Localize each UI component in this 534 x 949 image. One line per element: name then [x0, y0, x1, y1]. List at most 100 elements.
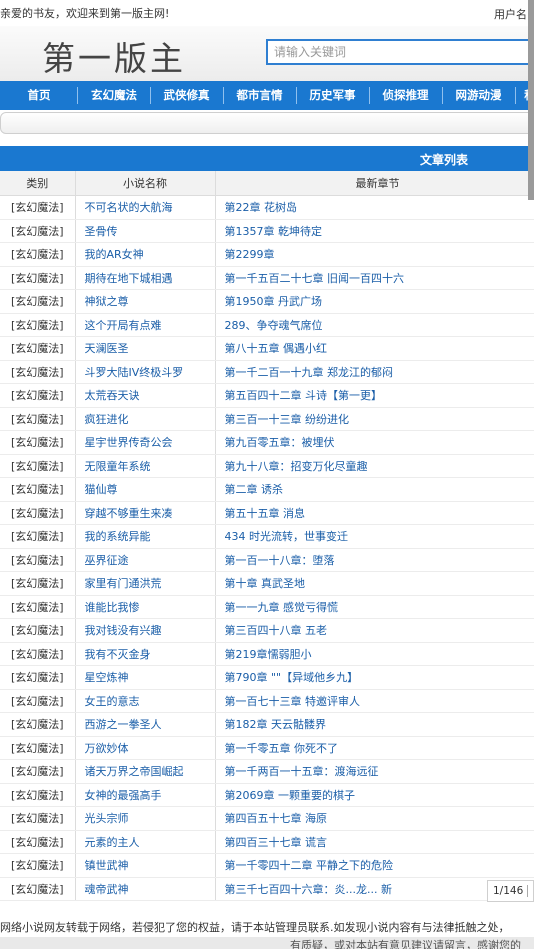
- novel-title-link[interactable]: 太荒吞天诀: [75, 383, 216, 408]
- table-row: [玄幻魔法] 诸天万界之帝国崛起 第一千两百一十五章：渡海远征: [0, 759, 534, 784]
- latest-chapter-link[interactable]: 第一千两百一十五章：渡海远征: [215, 759, 534, 784]
- latest-chapter-link[interactable]: 第一千五百二十七章 旧闻一百四十六: [215, 266, 534, 290]
- table-row: [玄幻魔法] 圣骨传 第1357章 乾坤待定: [0, 219, 534, 243]
- row-category: [玄幻魔法]: [0, 454, 76, 478]
- page-indicator: 1/146: [493, 885, 524, 897]
- nav-item-game[interactable]: 网游动漫: [442, 81, 515, 110]
- article-table: 类别 小说名称 最新章节 [玄幻魔法] 不可名状的大航海 第22章 花树岛 [玄幻魔法…: [0, 171, 534, 901]
- pagination[interactable]: 1/146: [487, 880, 534, 902]
- row-category: [玄幻魔法]: [0, 313, 76, 337]
- latest-chapter-link[interactable]: 第二章 诱杀: [215, 477, 534, 502]
- row-category: [玄幻魔法]: [0, 759, 76, 784]
- novel-title-link[interactable]: 女神的最强高手: [75, 783, 216, 807]
- search-input[interactable]: [268, 41, 534, 63]
- latest-chapter-link[interactable]: 第790章 ""【异域他乡九】: [215, 665, 534, 690]
- latest-chapter-link[interactable]: 第一千二百一十九章 郑龙江的郁闷: [215, 360, 534, 384]
- novel-title-link[interactable]: 星宇世界传奇公会: [75, 430, 216, 455]
- latest-chapter-link[interactable]: 第一一九章 感觉亏得慌: [215, 595, 534, 619]
- table-row: [玄幻魔法] 镇世武神 第一千零四十二章 平静之下的危险: [0, 853, 534, 878]
- table-row: [玄幻魔法] 光头宗师 第四百五十七章 海原: [0, 806, 534, 831]
- novel-title-link[interactable]: 我的系统异能: [75, 524, 216, 549]
- novel-title-link[interactable]: 穿越不够重生来凑: [75, 501, 216, 525]
- row-category: [玄幻魔法]: [0, 219, 76, 243]
- main-nav: 首页 玄幻魔法 武侠修真 都市言情 历史军事 侦探推理 网游动漫 科: [0, 81, 534, 110]
- novel-title-link[interactable]: 光头宗师: [75, 806, 216, 831]
- novel-title-link[interactable]: 神狱之尊: [75, 289, 216, 314]
- table-row: [玄幻魔法] 太荒吞天诀 第五百四十二章 斗诗【第一更】: [0, 383, 534, 408]
- latest-chapter-link[interactable]: 第一百七十三章 特邀评审人: [215, 689, 534, 713]
- latest-chapter-link[interactable]: 第九百零五章：被埋伏: [215, 430, 534, 455]
- latest-chapter-link[interactable]: 第2069章 一颗重要的棋子: [215, 783, 534, 807]
- table-row: [玄幻魔法] 天澜医圣 第八十五章 偶遇小红: [0, 336, 534, 361]
- novel-title-link[interactable]: 期待在地下城相遇: [75, 266, 216, 290]
- novel-title-link[interactable]: 魂帝武神: [75, 877, 216, 901]
- row-category: [玄幻魔法]: [0, 783, 76, 807]
- page-scrollbar[interactable]: [528, 0, 534, 200]
- novel-title-link[interactable]: 星空炼神: [75, 665, 216, 690]
- site-logo[interactable]: 第一版主: [42, 32, 186, 80]
- latest-chapter-link[interactable]: 第219章懦弱胆小: [215, 642, 534, 666]
- novel-title-link[interactable]: 猫仙尊: [75, 477, 216, 502]
- latest-chapter-link[interactable]: 第一千零四十二章 平静之下的危险: [215, 853, 534, 878]
- latest-chapter-link[interactable]: 第四百五十七章 海原: [215, 806, 534, 831]
- table-row: [玄幻魔法] 这个开局有点难 289、争夺魂气席位: [0, 313, 534, 337]
- novel-title-link[interactable]: 不可名状的大航海: [75, 195, 216, 220]
- row-category: [玄幻魔法]: [0, 642, 76, 666]
- novel-title-link[interactable]: 这个开局有点难: [75, 313, 216, 337]
- latest-chapter-link[interactable]: 第五十五章 消息: [215, 501, 534, 525]
- novel-title-link[interactable]: 巫界征途: [75, 548, 216, 572]
- novel-title-link[interactable]: 我对钱没有兴趣: [75, 618, 216, 643]
- nav-item-detective[interactable]: 侦探推理: [369, 81, 442, 110]
- username-label: 用户名:: [494, 8, 531, 21]
- latest-chapter-link[interactable]: 第三百四十八章 五老: [215, 618, 534, 643]
- novel-title-link[interactable]: 女王的意志: [75, 689, 216, 713]
- latest-chapter-link[interactable]: 289、争夺魂气席位: [215, 313, 534, 337]
- nav-item-urban[interactable]: 都市言情: [223, 81, 296, 110]
- nav-item-fantasy[interactable]: 玄幻魔法: [78, 81, 150, 110]
- search-box: [266, 39, 534, 65]
- novel-title-link[interactable]: 天澜医圣: [75, 336, 216, 361]
- novel-title-link[interactable]: 元素的主人: [75, 830, 216, 854]
- nav-item-home[interactable]: 首页: [0, 81, 78, 110]
- nav-item-history[interactable]: 历史军事: [296, 81, 369, 110]
- novel-title-link[interactable]: 谁能比我惨: [75, 595, 216, 619]
- table-row: [玄幻魔法] 星空炼神 第790章 ""【异域他乡九】: [0, 665, 534, 690]
- novel-title-link[interactable]: 诸天万界之帝国崛起: [75, 759, 216, 784]
- novel-title-link[interactable]: 家里有门通洪荒: [75, 571, 216, 596]
- latest-chapter-link[interactable]: 第一百一十八章：堕落: [215, 548, 534, 572]
- latest-chapter-link[interactable]: 第三百一十三章 纷纷进化: [215, 407, 534, 431]
- latest-chapter-link[interactable]: 第八十五章 偶遇小红: [215, 336, 534, 361]
- row-category: [玄幻魔法]: [0, 618, 76, 643]
- latest-chapter-link[interactable]: 第2299章: [215, 242, 534, 267]
- novel-title-link[interactable]: 我有不灭金身: [75, 642, 216, 666]
- latest-chapter-link[interactable]: 第一千零五章 你死不了: [215, 736, 534, 760]
- table-row: [玄幻魔法] 元素的主人 第四百三十七章 谎言: [0, 830, 534, 854]
- table-header-row: 类别 小说名称 最新章节: [0, 171, 534, 196]
- novel-title-link[interactable]: 西游之一拳圣人: [75, 712, 216, 737]
- table-row: [玄幻魔法] 西游之一拳圣人 第182章 天云骷髅界: [0, 712, 534, 737]
- latest-chapter-link[interactable]: 第1950章 丹武广场: [215, 289, 534, 314]
- latest-chapter-link[interactable]: 第十章 真武圣地: [215, 571, 534, 596]
- novel-title-link[interactable]: 镇世武神: [75, 853, 216, 878]
- novel-title-link[interactable]: 斗罗大陆IV终极斗罗: [75, 360, 216, 384]
- novel-title-link[interactable]: 圣骨传: [75, 219, 216, 243]
- row-category: [玄幻魔法]: [0, 430, 76, 455]
- latest-chapter-link[interactable]: 434 时光流转，世事变迁: [215, 524, 534, 549]
- latest-chapter-link[interactable]: 第22章 花树岛: [215, 195, 534, 220]
- latest-chapter-link[interactable]: 第五百四十二章 斗诗【第一更】: [215, 383, 534, 408]
- row-category: [玄幻魔法]: [0, 501, 76, 525]
- table-row: [玄幻魔法] 期待在地下城相遇 第一千五百二十七章 旧闻一百四十六: [0, 266, 534, 290]
- latest-chapter-link[interactable]: 第1357章 乾坤待定: [215, 219, 534, 243]
- latest-chapter-link[interactable]: 第九十八章：招变万化尽童趣: [215, 454, 534, 478]
- row-category: [玄幻魔法]: [0, 336, 76, 361]
- table-row: [玄幻魔法] 谁能比我惨 第一一九章 感觉亏得慌: [0, 595, 534, 619]
- novel-title-link[interactable]: 无限童年系统: [75, 454, 216, 478]
- novel-title-link[interactable]: 万欲妙体: [75, 736, 216, 760]
- table-row: [玄幻魔法] 女神的最强高手 第2069章 一颗重要的棋子: [0, 783, 534, 807]
- novel-title-link[interactable]: 我的AR女神: [75, 242, 216, 267]
- table-row: [玄幻魔法] 无限童年系统 第九十八章：招变万化尽童趣: [0, 454, 534, 478]
- novel-title-link[interactable]: 疯狂进化: [75, 407, 216, 431]
- latest-chapter-link[interactable]: 第四百三十七章 谎言: [215, 830, 534, 854]
- latest-chapter-link[interactable]: 第182章 天云骷髅界: [215, 712, 534, 737]
- nav-item-wuxia[interactable]: 武侠修真: [150, 81, 223, 110]
